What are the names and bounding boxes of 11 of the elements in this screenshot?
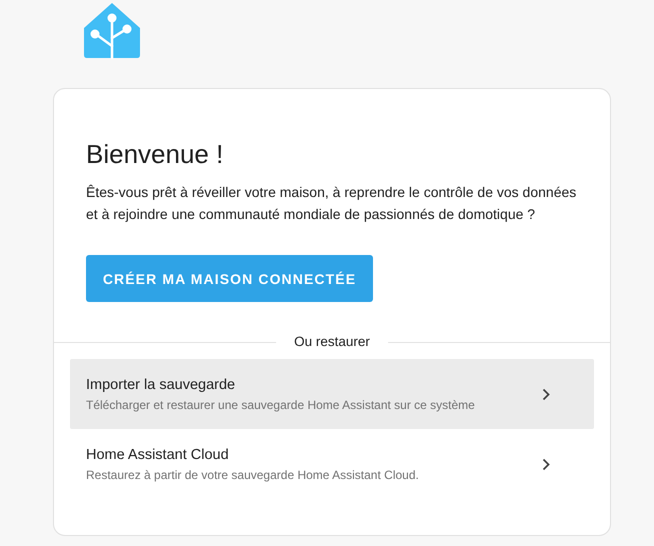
option-title: Importer la sauvegarde [86, 376, 236, 392]
welcome-text: Êtes-vous prêt à réveiller votre maison, à reprendre le contrôle de vos données et à rejoindre une communauté mondiale de passionnés de domotique ? [86, 183, 578, 224]
option-description: Restaurez à partir de votre sauvegarde Home Assistant Cloud. [86, 468, 420, 482]
restore-option[interactable]: Importer la sauvegarde Télécharger et restaurer une sauvegarde Home Assistant sur ce système [70, 359, 594, 429]
chevron-right-icon [542, 388, 550, 400]
logo-icon [83, 2, 141, 59]
restore-option[interactable]: Home Assistant Cloud Restaurez à partir de votre sauvegarde Home Assistant Cloud. [70, 429, 594, 499]
welcome-title: Bienvenue ! [86, 138, 224, 171]
option-description: Télécharger et restaurer une sauvegarde Home Assistant sur ce système [86, 398, 476, 412]
option-title: Home Assistant Cloud [86, 446, 230, 462]
chevron-right-icon [542, 458, 550, 470]
